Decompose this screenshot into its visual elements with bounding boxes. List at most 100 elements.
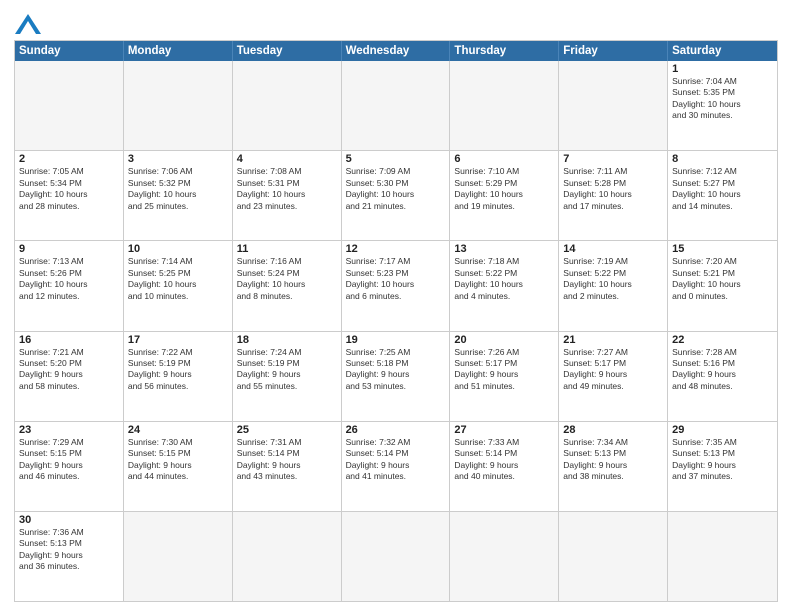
calendar-cell-r0c6: 1Sunrise: 7:04 AM Sunset: 5:35 PM Daylig… (668, 61, 777, 150)
day-number: 10 (128, 243, 228, 255)
weekday-header-sunday: Sunday (15, 41, 124, 61)
calendar-row-0: 1Sunrise: 7:04 AM Sunset: 5:35 PM Daylig… (15, 61, 777, 150)
day-number: 12 (346, 243, 446, 255)
day-number: 8 (672, 153, 773, 165)
calendar-cell-r2c1: 10Sunrise: 7:14 AM Sunset: 5:25 PM Dayli… (124, 241, 233, 330)
day-info: Sunrise: 7:28 AM Sunset: 5:16 PM Dayligh… (672, 347, 773, 393)
calendar-cell-r5c3 (342, 512, 451, 601)
calendar-cell-r2c0: 9Sunrise: 7:13 AM Sunset: 5:26 PM Daylig… (15, 241, 124, 330)
weekday-header-wednesday: Wednesday (342, 41, 451, 61)
calendar-cell-r3c0: 16Sunrise: 7:21 AM Sunset: 5:20 PM Dayli… (15, 332, 124, 421)
calendar: SundayMondayTuesdayWednesdayThursdayFrid… (14, 40, 778, 602)
page: SundayMondayTuesdayWednesdayThursdayFrid… (0, 0, 792, 612)
calendar-cell-r0c3 (342, 61, 451, 150)
calendar-cell-r5c2 (233, 512, 342, 601)
calendar-cell-r4c4: 27Sunrise: 7:33 AM Sunset: 5:14 PM Dayli… (450, 422, 559, 511)
day-info: Sunrise: 7:24 AM Sunset: 5:19 PM Dayligh… (237, 347, 337, 393)
day-info: Sunrise: 7:21 AM Sunset: 5:20 PM Dayligh… (19, 347, 119, 393)
calendar-cell-r5c1 (124, 512, 233, 601)
day-info: Sunrise: 7:22 AM Sunset: 5:19 PM Dayligh… (128, 347, 228, 393)
calendar-cell-r0c2 (233, 61, 342, 150)
day-number: 5 (346, 153, 446, 165)
day-info: Sunrise: 7:33 AM Sunset: 5:14 PM Dayligh… (454, 437, 554, 483)
calendar-cell-r0c0 (15, 61, 124, 150)
calendar-cell-r1c4: 6Sunrise: 7:10 AM Sunset: 5:29 PM Daylig… (450, 151, 559, 240)
day-info: Sunrise: 7:25 AM Sunset: 5:18 PM Dayligh… (346, 347, 446, 393)
calendar-cell-r4c0: 23Sunrise: 7:29 AM Sunset: 5:15 PM Dayli… (15, 422, 124, 511)
calendar-cell-r3c4: 20Sunrise: 7:26 AM Sunset: 5:17 PM Dayli… (450, 332, 559, 421)
day-info: Sunrise: 7:19 AM Sunset: 5:22 PM Dayligh… (563, 256, 663, 302)
day-number: 25 (237, 424, 337, 436)
day-number: 7 (563, 153, 663, 165)
day-number: 17 (128, 334, 228, 346)
day-info: Sunrise: 7:08 AM Sunset: 5:31 PM Dayligh… (237, 166, 337, 212)
day-number: 24 (128, 424, 228, 436)
calendar-cell-r4c3: 26Sunrise: 7:32 AM Sunset: 5:14 PM Dayli… (342, 422, 451, 511)
calendar-cell-r0c4 (450, 61, 559, 150)
day-number: 11 (237, 243, 337, 255)
calendar-cell-r4c5: 28Sunrise: 7:34 AM Sunset: 5:13 PM Dayli… (559, 422, 668, 511)
calendar-row-5: 30Sunrise: 7:36 AM Sunset: 5:13 PM Dayli… (15, 511, 777, 601)
day-number: 21 (563, 334, 663, 346)
day-number: 1 (672, 63, 773, 75)
day-info: Sunrise: 7:26 AM Sunset: 5:17 PM Dayligh… (454, 347, 554, 393)
day-number: 28 (563, 424, 663, 436)
day-info: Sunrise: 7:36 AM Sunset: 5:13 PM Dayligh… (19, 527, 119, 573)
calendar-cell-r0c5 (559, 61, 668, 150)
calendar-cell-r2c4: 13Sunrise: 7:18 AM Sunset: 5:22 PM Dayli… (450, 241, 559, 330)
calendar-cell-r2c6: 15Sunrise: 7:20 AM Sunset: 5:21 PM Dayli… (668, 241, 777, 330)
day-number: 19 (346, 334, 446, 346)
calendar-cell-r3c3: 19Sunrise: 7:25 AM Sunset: 5:18 PM Dayli… (342, 332, 451, 421)
calendar-cell-r3c6: 22Sunrise: 7:28 AM Sunset: 5:16 PM Dayli… (668, 332, 777, 421)
weekday-header-saturday: Saturday (668, 41, 777, 61)
day-info: Sunrise: 7:34 AM Sunset: 5:13 PM Dayligh… (563, 437, 663, 483)
day-info: Sunrise: 7:29 AM Sunset: 5:15 PM Dayligh… (19, 437, 119, 483)
day-info: Sunrise: 7:11 AM Sunset: 5:28 PM Dayligh… (563, 166, 663, 212)
day-number: 20 (454, 334, 554, 346)
calendar-cell-r1c3: 5Sunrise: 7:09 AM Sunset: 5:30 PM Daylig… (342, 151, 451, 240)
calendar-header: SundayMondayTuesdayWednesdayThursdayFrid… (15, 41, 777, 61)
day-info: Sunrise: 7:27 AM Sunset: 5:17 PM Dayligh… (563, 347, 663, 393)
day-number: 13 (454, 243, 554, 255)
day-info: Sunrise: 7:16 AM Sunset: 5:24 PM Dayligh… (237, 256, 337, 302)
day-info: Sunrise: 7:10 AM Sunset: 5:29 PM Dayligh… (454, 166, 554, 212)
calendar-cell-r5c5 (559, 512, 668, 601)
calendar-row-1: 2Sunrise: 7:05 AM Sunset: 5:34 PM Daylig… (15, 150, 777, 240)
day-info: Sunrise: 7:14 AM Sunset: 5:25 PM Dayligh… (128, 256, 228, 302)
calendar-cell-r4c6: 29Sunrise: 7:35 AM Sunset: 5:13 PM Dayli… (668, 422, 777, 511)
calendar-row-4: 23Sunrise: 7:29 AM Sunset: 5:15 PM Dayli… (15, 421, 777, 511)
day-number: 16 (19, 334, 119, 346)
header (14, 10, 778, 34)
day-number: 9 (19, 243, 119, 255)
calendar-cell-r1c6: 8Sunrise: 7:12 AM Sunset: 5:27 PM Daylig… (668, 151, 777, 240)
calendar-body: 1Sunrise: 7:04 AM Sunset: 5:35 PM Daylig… (15, 61, 777, 601)
calendar-cell-r3c1: 17Sunrise: 7:22 AM Sunset: 5:19 PM Dayli… (124, 332, 233, 421)
calendar-cell-r5c6 (668, 512, 777, 601)
day-number: 26 (346, 424, 446, 436)
calendar-cell-r1c0: 2Sunrise: 7:05 AM Sunset: 5:34 PM Daylig… (15, 151, 124, 240)
calendar-cell-r0c1 (124, 61, 233, 150)
day-number: 14 (563, 243, 663, 255)
calendar-cell-r2c2: 11Sunrise: 7:16 AM Sunset: 5:24 PM Dayli… (233, 241, 342, 330)
calendar-cell-r1c1: 3Sunrise: 7:06 AM Sunset: 5:32 PM Daylig… (124, 151, 233, 240)
day-info: Sunrise: 7:04 AM Sunset: 5:35 PM Dayligh… (672, 76, 773, 122)
day-number: 2 (19, 153, 119, 165)
weekday-header-tuesday: Tuesday (233, 41, 342, 61)
calendar-cell-r4c1: 24Sunrise: 7:30 AM Sunset: 5:15 PM Dayli… (124, 422, 233, 511)
calendar-cell-r1c5: 7Sunrise: 7:11 AM Sunset: 5:28 PM Daylig… (559, 151, 668, 240)
weekday-header-friday: Friday (559, 41, 668, 61)
day-number: 29 (672, 424, 773, 436)
calendar-cell-r3c2: 18Sunrise: 7:24 AM Sunset: 5:19 PM Dayli… (233, 332, 342, 421)
calendar-cell-r2c5: 14Sunrise: 7:19 AM Sunset: 5:22 PM Dayli… (559, 241, 668, 330)
day-info: Sunrise: 7:18 AM Sunset: 5:22 PM Dayligh… (454, 256, 554, 302)
calendar-cell-r1c2: 4Sunrise: 7:08 AM Sunset: 5:31 PM Daylig… (233, 151, 342, 240)
day-info: Sunrise: 7:17 AM Sunset: 5:23 PM Dayligh… (346, 256, 446, 302)
logo (14, 14, 42, 34)
logo-icon (15, 14, 41, 34)
day-number: 4 (237, 153, 337, 165)
calendar-row-2: 9Sunrise: 7:13 AM Sunset: 5:26 PM Daylig… (15, 240, 777, 330)
day-info: Sunrise: 7:20 AM Sunset: 5:21 PM Dayligh… (672, 256, 773, 302)
day-info: Sunrise: 7:12 AM Sunset: 5:27 PM Dayligh… (672, 166, 773, 212)
calendar-cell-r2c3: 12Sunrise: 7:17 AM Sunset: 5:23 PM Dayli… (342, 241, 451, 330)
calendar-row-3: 16Sunrise: 7:21 AM Sunset: 5:20 PM Dayli… (15, 331, 777, 421)
